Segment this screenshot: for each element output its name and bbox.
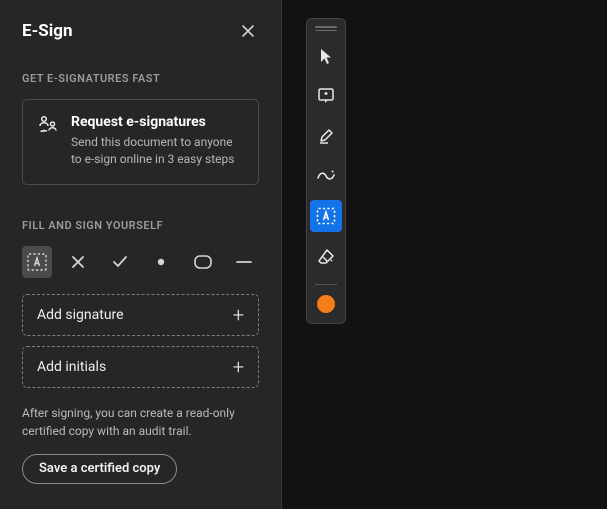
tool-erase[interactable]: [310, 240, 342, 272]
request-text-block: Request e-signatures Send this document …: [71, 114, 244, 168]
panel-title: E-Sign: [22, 21, 72, 41]
request-esignatures-card[interactable]: Request e-signatures Send this document …: [22, 99, 259, 185]
add-signature-label: Add signature: [37, 307, 124, 323]
x-mark-icon: [70, 254, 86, 270]
save-certified-copy-label: Save a certified copy: [39, 461, 160, 476]
eraser-icon: [317, 248, 335, 264]
mark-dot-button[interactable]: [147, 246, 177, 278]
tool-add-text[interactable]: [310, 200, 342, 232]
highlighter-icon: [317, 127, 335, 145]
add-signature-button[interactable]: Add signature +: [22, 294, 259, 336]
rounded-rect-icon: [193, 254, 213, 270]
tool-highlight[interactable]: [310, 120, 342, 152]
request-title: Request e-signatures: [71, 114, 244, 130]
tool-comment[interactable]: [310, 80, 342, 112]
add-initials-label: Add initials: [37, 359, 106, 375]
tool-select[interactable]: [310, 40, 342, 72]
close-icon: [241, 24, 255, 38]
toolbar-divider: [315, 284, 337, 285]
annotation-toolbar: [306, 18, 346, 324]
after-signing-text: After signing, you can create a read-onl…: [22, 404, 259, 440]
section-get-signatures-label: GET E-SIGNATURES FAST: [22, 72, 259, 85]
plus-icon: +: [233, 355, 244, 379]
mark-text-button[interactable]: [22, 246, 52, 278]
comment-icon: [317, 87, 335, 105]
mark-line-button[interactable]: [230, 246, 260, 278]
section-fill-sign-label: FILL AND SIGN YOURSELF: [22, 219, 259, 232]
text-box-icon: [27, 253, 47, 271]
add-initials-button[interactable]: Add initials +: [22, 346, 259, 388]
mark-circle-button[interactable]: [188, 246, 218, 278]
document-viewer: [282, 0, 607, 509]
mark-tools-row: [22, 246, 259, 278]
save-certified-copy-button[interactable]: Save a certified copy: [22, 454, 177, 484]
toolbar-grip[interactable]: [315, 26, 337, 32]
panel-header: E-Sign: [22, 20, 259, 42]
cursor-icon: [318, 47, 334, 65]
text-box-icon: [316, 207, 336, 225]
line-icon: [235, 259, 253, 265]
dot-icon: [156, 257, 166, 267]
esign-panel: E-Sign GET E-SIGNATURES FAST Request e-s…: [0, 0, 282, 509]
color-picker-button[interactable]: [317, 295, 335, 313]
app-root: E-Sign GET E-SIGNATURES FAST Request e-s…: [0, 0, 607, 509]
check-mark-icon: [111, 254, 129, 270]
close-button[interactable]: [237, 20, 259, 42]
request-description: Send this document to anyone to e-sign o…: [71, 134, 244, 168]
tool-draw[interactable]: [310, 160, 342, 192]
mark-check-button[interactable]: [105, 246, 135, 278]
request-esignatures-icon: [37, 114, 59, 168]
plus-icon: +: [233, 303, 244, 327]
draw-freehand-icon: [316, 168, 336, 184]
mark-x-button[interactable]: [64, 246, 94, 278]
